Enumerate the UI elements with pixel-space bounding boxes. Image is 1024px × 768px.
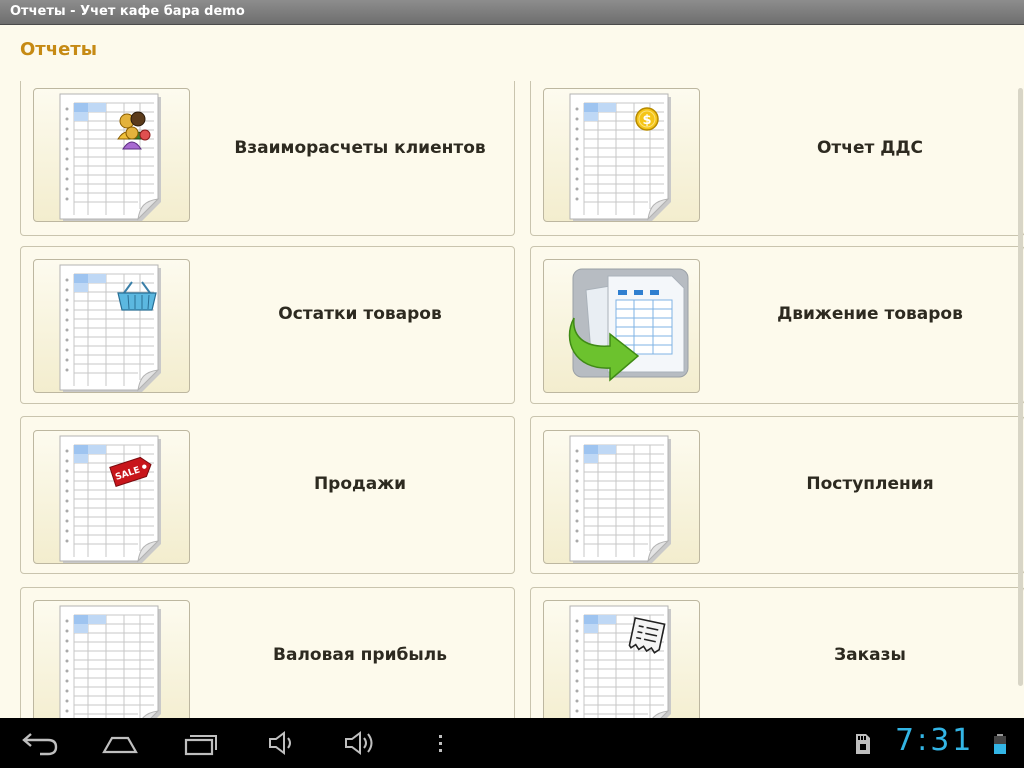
android-navigation-bar: 7:31 [0,718,1024,768]
spreadsheet-icon [59,435,161,563]
report-card-client-settlements[interactable]: Взаиморасчеты клиентов [20,81,515,236]
back-button[interactable] [18,728,62,758]
report-label: Поступления [806,474,934,494]
money-coin-icon: $ [635,107,659,131]
spreadsheet-icon [569,435,671,563]
recent-apps-icon [184,735,217,756]
report-card-receipts[interactable]: Поступления [530,416,1024,574]
page-header: Отчеты [0,25,1024,81]
menu-button[interactable] [420,728,460,758]
overflow-menu-icon [439,735,442,752]
status-clock: 7:31 [895,723,975,758]
reports-list[interactable]: Взаиморасчеты клиентов $ Отчет ДДС Остат… [0,81,1024,718]
spreadsheet-icon [59,93,161,221]
report-thumbnail [33,88,190,222]
report-card-sales[interactable]: SALE Продажи [20,416,515,574]
sd-card-notification[interactable] [850,728,874,758]
report-label: Остатки товаров [278,304,442,324]
svg-text:$: $ [642,113,651,128]
report-thumbnail [543,600,700,718]
sd-card-icon [856,734,870,754]
scrollbar[interactable] [1018,88,1023,686]
report-thumbnail: $ [543,88,700,222]
window-title-bar: Отчеты - Учет кафе бара demo [0,0,1024,25]
volume-down-icon [269,731,291,755]
back-icon [22,733,58,756]
report-card-stock-balances[interactable]: Остатки товаров [20,246,515,404]
volume-down-button[interactable] [262,728,306,758]
battery-icon [994,734,1006,754]
report-card-goods-movement[interactable]: Движение товаров [530,246,1024,404]
home-icon [102,736,138,754]
report-label: Продажи [313,474,407,494]
report-thumbnail: SALE [33,430,190,564]
page-title: Отчеты [20,39,98,60]
report-label: Взаиморасчеты клиентов [234,138,486,158]
report-card-orders[interactable]: Заказы [530,587,1024,718]
spreadsheet-icon [59,605,161,718]
volume-up-icon [345,731,373,755]
report-thumbnail [33,600,190,718]
report-label: Отчет ДДС [816,138,924,158]
report-thumbnail [543,430,700,564]
goods-movement-arrow-icon [568,268,689,382]
window-title: Отчеты - Учет кафе бара demo [10,4,245,19]
report-thumbnail [33,259,190,393]
report-thumbnail [543,259,700,393]
recent-apps-button[interactable] [180,728,224,758]
report-card-cash-flow[interactable]: $ Отчет ДДС [530,81,1024,236]
report-label: Валовая прибыль [273,645,447,665]
report-label: Движение товаров [777,304,963,324]
volume-up-button[interactable] [340,728,384,758]
home-button[interactable] [98,728,142,758]
battery-indicator [990,728,1010,758]
spreadsheet-icon [59,264,161,392]
report-label: Заказы [834,645,906,665]
report-card-gross-profit[interactable]: Валовая прибыль [20,587,515,718]
